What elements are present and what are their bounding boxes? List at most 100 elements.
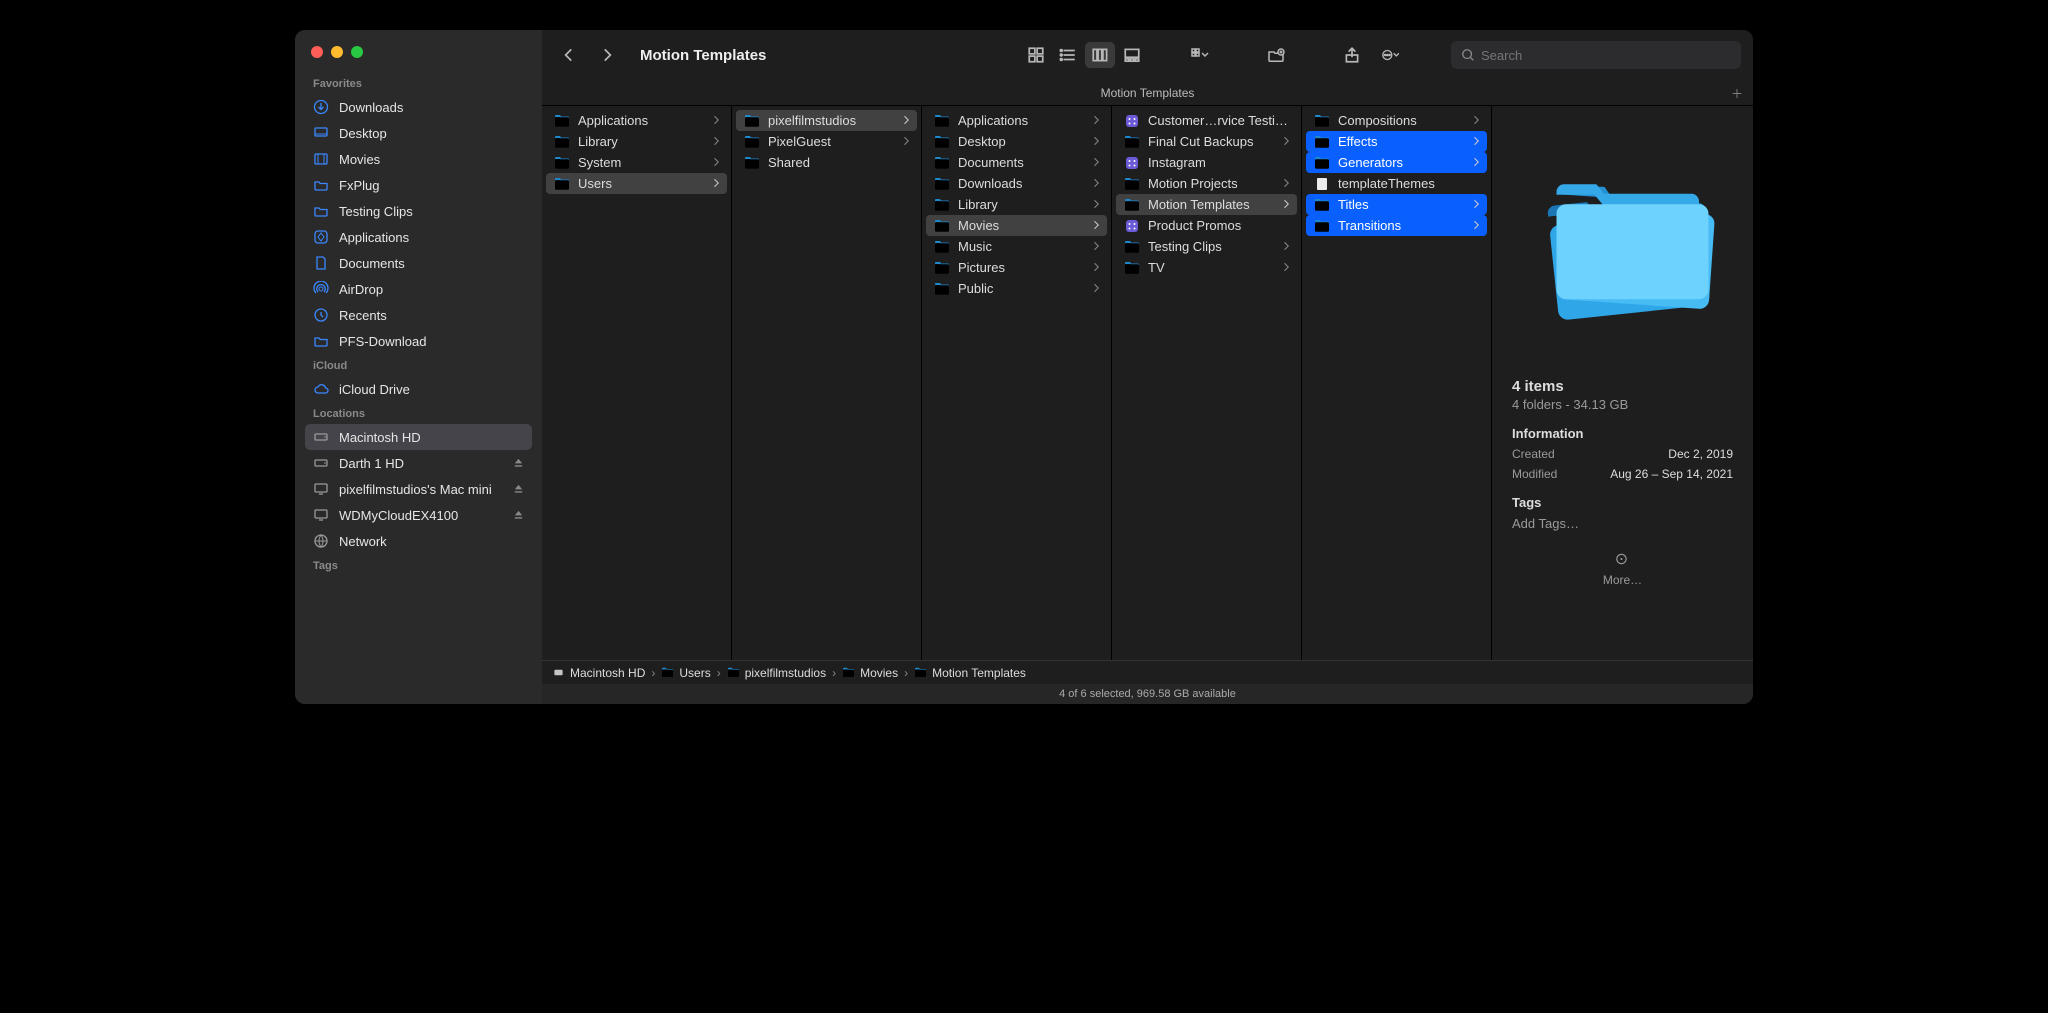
gallery-view-button[interactable] xyxy=(1117,42,1147,68)
list-view-button[interactable] xyxy=(1053,42,1083,68)
created-label: Created xyxy=(1512,447,1555,461)
column-item[interactable]: Compositions xyxy=(1306,110,1487,131)
folder-icon xyxy=(934,177,950,191)
sidebar-item[interactable]: pixelfilmstudios's Mac mini xyxy=(305,476,532,502)
column-item[interactable]: Downloads xyxy=(926,173,1107,194)
path-segment[interactable]: Movies xyxy=(842,666,898,680)
sidebar-item[interactable]: Desktop xyxy=(305,120,532,146)
tab-title[interactable]: Motion Templates xyxy=(1101,86,1195,100)
sidebar-item[interactable]: Recents xyxy=(305,302,532,328)
column-item[interactable]: Effects xyxy=(1306,131,1487,152)
path-segment[interactable]: Users xyxy=(661,666,710,680)
column-item[interactable]: System xyxy=(546,152,727,173)
column-item[interactable]: Testing Clips xyxy=(1116,236,1297,257)
finder-window: FavoritesDownloadsDesktopMoviesFxPlugTes… xyxy=(295,30,1753,704)
sidebar-item[interactable]: WDMyCloudEX4100 xyxy=(305,502,532,528)
path-segment[interactable]: Motion Templates xyxy=(914,666,1026,680)
group-by-button[interactable] xyxy=(1185,42,1215,68)
column-item[interactable]: Shared xyxy=(736,152,917,173)
eject-icon[interactable] xyxy=(513,482,524,497)
sidebar-item[interactable]: iCloud Drive xyxy=(305,376,532,402)
column-item[interactable]: Users xyxy=(546,173,727,194)
sidebar-item[interactable]: Darth 1 HD xyxy=(305,450,532,476)
column-item[interactable]: Titles xyxy=(1306,194,1487,215)
more-label[interactable]: More… xyxy=(1512,573,1733,587)
minimize-button[interactable] xyxy=(331,46,343,58)
column-item[interactable]: Movies xyxy=(926,215,1107,236)
search-field[interactable] xyxy=(1451,41,1741,69)
sidebar: FavoritesDownloadsDesktopMoviesFxPlugTes… xyxy=(295,30,542,704)
add-tags-field[interactable]: Add Tags… xyxy=(1512,516,1733,531)
column-item-label: Downloads xyxy=(958,176,1022,191)
icon-view-button[interactable] xyxy=(1021,42,1051,68)
sidebar-section-label: Tags xyxy=(305,554,532,576)
column-view-button[interactable] xyxy=(1085,42,1115,68)
column-item[interactable]: Applications xyxy=(546,110,727,131)
sidebar-item[interactable]: PFS-Download xyxy=(305,328,532,354)
column-item-label: Motion Templates xyxy=(1148,197,1250,212)
sidebar-item[interactable]: FxPlug xyxy=(305,172,532,198)
sidebar-item-label: WDMyCloudEX4100 xyxy=(339,508,458,523)
folder-icon xyxy=(1124,198,1140,212)
column-item[interactable]: Final Cut Backups xyxy=(1116,131,1297,152)
more-icon[interactable]: ⊙ xyxy=(1512,549,1733,569)
column-browser: ApplicationsLibrarySystemUserspixelfilms… xyxy=(542,106,1753,660)
column-item[interactable]: Desktop xyxy=(926,131,1107,152)
forward-button[interactable] xyxy=(592,42,622,68)
eject-icon[interactable] xyxy=(513,456,524,471)
share-button[interactable] xyxy=(1337,42,1367,68)
column-item[interactable]: Transitions xyxy=(1306,215,1487,236)
sidebar-item[interactable]: Testing Clips xyxy=(305,198,532,224)
sidebar-item[interactable]: Downloads xyxy=(305,94,532,120)
browser-column: ApplicationsDesktopDocuments Downloads Lib… xyxy=(922,106,1112,660)
column-item[interactable]: PixelGuest xyxy=(736,131,917,152)
close-button[interactable] xyxy=(311,46,323,58)
path-segment[interactable]: Macintosh HD xyxy=(552,666,645,680)
sidebar-item[interactable]: AirDrop xyxy=(305,276,532,302)
app-icon xyxy=(1124,156,1140,170)
chevron-right-icon xyxy=(903,134,909,149)
column-item-label: Shared xyxy=(768,155,810,170)
column-item-label: Customer…rvice Testing xyxy=(1148,113,1289,128)
column-item[interactable]: Product Promos xyxy=(1116,215,1297,236)
column-item[interactable]: Motion Projects xyxy=(1116,173,1297,194)
search-input[interactable] xyxy=(1481,48,1731,63)
action-menu-button[interactable] xyxy=(1375,42,1405,68)
sidebar-item[interactable]: Applications xyxy=(305,224,532,250)
column-item[interactable]: pixelfilmstudios xyxy=(736,110,917,131)
column-item-label: Music xyxy=(958,239,992,254)
column-item-label: Final Cut Backups xyxy=(1148,134,1254,149)
new-tab-button[interactable]: ＋ xyxy=(1727,83,1747,103)
preview-title: 4 items xyxy=(1512,378,1733,395)
column-item[interactable]: Instagram xyxy=(1116,152,1297,173)
app-grid-icon xyxy=(313,229,329,245)
column-item[interactable]: Motion Templates xyxy=(1116,194,1297,215)
column-item[interactable]: Generators xyxy=(1306,152,1487,173)
sidebar-item[interactable]: Documents xyxy=(305,250,532,276)
column-item[interactable]: Pictures xyxy=(926,257,1107,278)
back-button[interactable] xyxy=(554,42,584,68)
folder-icon xyxy=(934,261,950,275)
column-item[interactable]: Public xyxy=(926,278,1107,299)
zoom-button[interactable] xyxy=(351,46,363,58)
column-item[interactable]: Documents xyxy=(926,152,1107,173)
path-segment[interactable]: pixelfilmstudios xyxy=(727,666,826,680)
new-folder-button[interactable] xyxy=(1261,42,1291,68)
eject-icon[interactable] xyxy=(513,508,524,523)
chevron-right-icon xyxy=(1093,134,1099,149)
sidebar-item[interactable]: Movies xyxy=(305,146,532,172)
desktop-icon xyxy=(313,125,329,141)
column-item[interactable]: Customer…rvice Testing xyxy=(1116,110,1297,131)
column-item[interactable]: Applications xyxy=(926,110,1107,131)
column-item[interactable]: Music xyxy=(926,236,1107,257)
column-item[interactable]: Library xyxy=(926,194,1107,215)
sidebar-item-label: Testing Clips xyxy=(339,204,413,219)
sidebar-item[interactable]: Macintosh HD xyxy=(305,424,532,450)
sidebar-item[interactable]: Network xyxy=(305,528,532,554)
search-icon xyxy=(1461,48,1475,62)
column-item[interactable]: TV xyxy=(1116,257,1297,278)
path-bar: Macintosh HD›Users›pixelfilmstudios›Movi… xyxy=(542,660,1753,684)
column-item[interactable]: templateThemes xyxy=(1306,173,1487,194)
chevron-right-icon xyxy=(1473,197,1479,212)
column-item[interactable]: Library xyxy=(546,131,727,152)
